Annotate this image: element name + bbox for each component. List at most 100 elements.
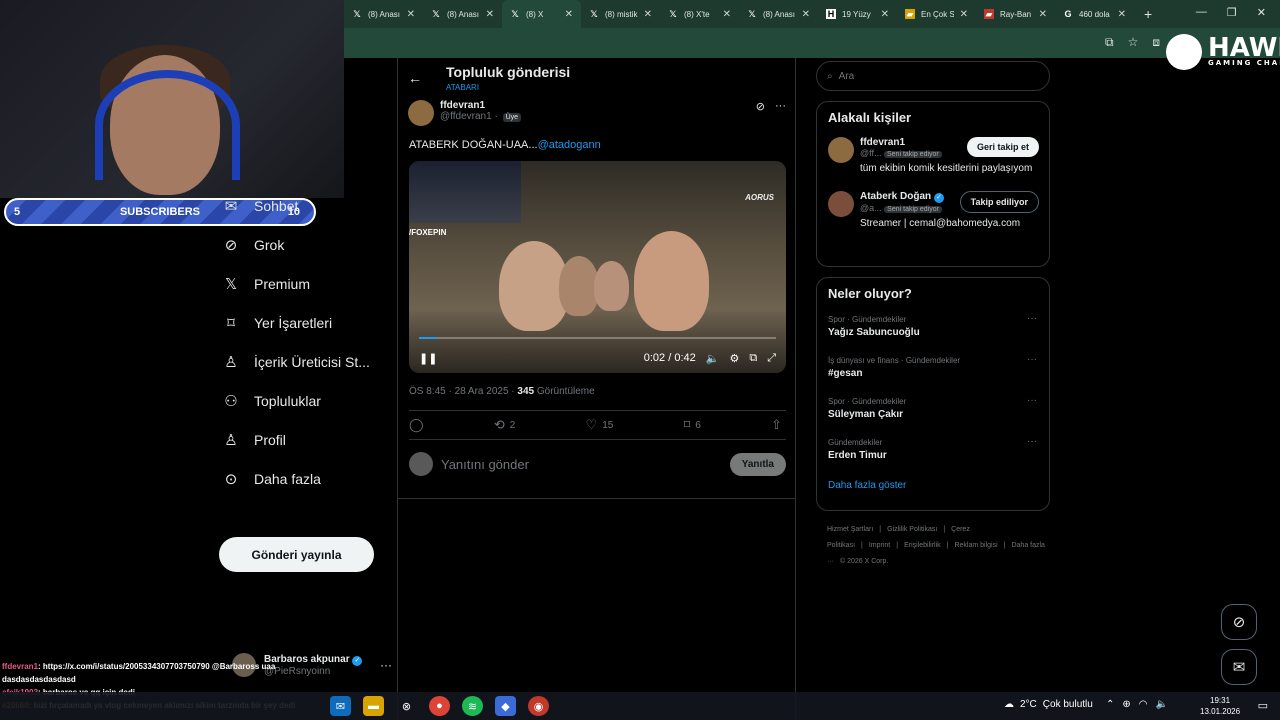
video-progress[interactable] (419, 337, 776, 339)
more-options-icon[interactable]: ··· (1027, 395, 1037, 406)
new-tab-button[interactable]: + (1134, 6, 1162, 22)
reply-composer: Yanıtını gönder Yanıtla (409, 452, 786, 476)
footer-link[interactable]: Imprint (869, 542, 890, 549)
restore-icon[interactable]: ❐ (1227, 6, 1237, 19)
more-options-icon[interactable]: ··· (775, 100, 786, 126)
footer-link[interactable]: © 2026 X Corp. (840, 558, 888, 565)
share-button[interactable]: ⇧ (771, 417, 782, 433)
close-tab-icon[interactable]: ✕ (407, 9, 415, 20)
footer-link[interactable]: Gizlilik Politikası (887, 526, 937, 533)
sidebar-item-5[interactable]: ♙ İçerik Üreticisi St... (220, 342, 390, 381)
sidebar-item-4[interactable]: ⌑ Yer İşaretleri (220, 303, 390, 342)
back-arrow-icon[interactable]: ← (408, 70, 422, 86)
mention-link[interactable]: @atadogann (538, 139, 601, 151)
browser-tab[interactable]: 𝕏 (8) X'te ✕ (660, 0, 739, 28)
browser-tab[interactable]: H 19 Yüzy ✕ (818, 0, 897, 28)
wifi-icon[interactable]: ◠ (1139, 699, 1148, 710)
bookmark-button[interactable]: ⌑ 6 (684, 417, 701, 433)
avatar[interactable] (828, 191, 854, 217)
close-window-icon[interactable]: ✕ (1257, 6, 1266, 19)
outlook-icon[interactable]: ✉ (330, 696, 351, 716)
close-tab-icon[interactable]: ✕ (802, 9, 810, 20)
window-controls: — ❐ ✕ (1182, 0, 1280, 25)
more-options-icon[interactable]: ··· (1027, 354, 1037, 365)
pip-icon[interactable]: ⧉ (749, 352, 757, 365)
clock[interactable]: 19:31 13.01.2026 (1200, 695, 1240, 717)
reply-button[interactable]: ◯ (409, 417, 424, 433)
chrome-icon[interactable]: ● (429, 696, 450, 716)
footer-link[interactable]: Hizmet Şartları (827, 526, 873, 533)
weather-widget[interactable]: ☁ 2°C Çok bulutlu (1004, 699, 1093, 710)
minimize-icon[interactable]: — (1196, 6, 1207, 19)
browser-tab[interactable]: G 460 dola ✕ (1055, 0, 1134, 28)
sidebar-item-8[interactable]: ⊙ Daha fazla (220, 459, 390, 498)
volume-icon[interactable]: 🔈 (1156, 699, 1168, 710)
close-tab-icon[interactable]: ✕ (1118, 9, 1126, 20)
post-button[interactable]: Gönderi yayınla (219, 537, 374, 572)
flag-icon: ▰ (984, 8, 994, 19)
follow-button[interactable]: Takip ediliyor (959, 191, 1039, 213)
trend-item[interactable]: Spor · Gündemdekiler Yağız Sabuncuoğlu ·… (817, 309, 1049, 350)
browser-tab[interactable]: 𝕏 (8) Anası ✕ (423, 0, 502, 28)
close-tab-icon[interactable]: ✕ (1039, 9, 1047, 20)
more-options-icon[interactable]: ··· (1027, 313, 1037, 324)
star-icon[interactable]: ☆ (1128, 35, 1139, 50)
search-input[interactable]: ⌕ Ara (816, 61, 1050, 91)
close-tab-icon[interactable]: ✕ (881, 9, 889, 20)
notification-icon[interactable]: ▭ (1258, 699, 1268, 712)
file-explorer-icon[interactable]: ▬ (363, 696, 384, 716)
browser-tab[interactable]: 𝕏 (8) X ✕ (502, 0, 581, 28)
heart-icon: ♡ (585, 417, 598, 432)
trend-item[interactable]: Spor · Gündemdekiler Süleyman Çakır ··· (817, 391, 1049, 432)
close-tab-icon[interactable]: ✕ (486, 9, 494, 20)
like-button[interactable]: ♡ 15 (586, 417, 614, 433)
trend-item[interactable]: Gündemdekiler Erden Timur ··· (817, 432, 1049, 473)
app-icon[interactable]: ◆ (495, 696, 516, 716)
close-tab-icon[interactable]: ✕ (723, 9, 731, 20)
more-options-icon[interactable]: ··· (1027, 436, 1037, 447)
grok-icon[interactable]: ⊘ (756, 100, 765, 126)
volume-icon[interactable]: 🔈 (706, 352, 720, 365)
footer-link[interactable]: Reklam bilgisi (954, 542, 997, 549)
sidebar-item-1[interactable]: ✉ Sohbet (220, 186, 390, 225)
chevron-up-icon[interactable]: ⌃ (1106, 699, 1114, 710)
reply-submit-button[interactable]: Yanıtla (729, 452, 786, 476)
messages-float-button[interactable]: ✉ (1221, 649, 1257, 685)
trend-item[interactable]: İş dünyası ve finans · Gündemdekiler #ge… (817, 350, 1049, 391)
sidebar-item-2[interactable]: ⊘ Grok (220, 225, 390, 264)
close-tab-icon[interactable]: ✕ (960, 9, 968, 20)
browser-tab[interactable]: ▰ Ray-Ban ✕ (976, 0, 1055, 28)
browser-tab[interactable]: 𝕏 (8) Anası ✕ (739, 0, 818, 28)
footer-link[interactable]: Erişilebilirlik (904, 542, 941, 549)
xbox-icon[interactable]: ⊗ (396, 696, 417, 716)
sidebar-item-label: Topluluklar (254, 392, 321, 409)
browser-tab[interactable]: 𝕏 (8) mistik ✕ (581, 0, 660, 28)
avatar[interactable] (408, 100, 434, 126)
more-icon[interactable]: ··· (380, 658, 392, 672)
fullscreen-icon[interactable]: ⤢ (767, 352, 776, 365)
avatar[interactable] (828, 137, 854, 163)
obs-icon[interactable]: ◉ (528, 696, 549, 716)
hawk-emblem-icon (1166, 34, 1202, 70)
network-icon[interactable]: ⊕ (1122, 699, 1130, 710)
show-more-link[interactable]: Daha fazla göster (817, 473, 1049, 501)
spotify-icon[interactable]: ≋ (462, 696, 483, 716)
grok-float-button[interactable]: ⊘ (1221, 604, 1257, 640)
browser-tab[interactable]: ▰ En Çok S ✕ (897, 0, 976, 28)
sidebar-item-7[interactable]: ♙ Profil (220, 420, 390, 459)
settings-icon[interactable]: ⚙ (729, 352, 739, 365)
sidebar-item-6[interactable]: ⚇ Topluluklar (220, 381, 390, 420)
close-tab-icon[interactable]: ✕ (565, 9, 573, 20)
reply-input[interactable]: Yanıtını gönder (441, 457, 529, 472)
extensions-icon[interactable]: ⧈ (1152, 35, 1160, 50)
webcam-feed (0, 0, 344, 198)
close-tab-icon[interactable]: ✕ (644, 9, 652, 20)
install-icon[interactable]: ⧉ (1105, 35, 1114, 50)
repost-button[interactable]: ⟲ 2 (494, 417, 515, 433)
community-name[interactable]: ATABARI (446, 83, 479, 92)
sidebar-item-3[interactable]: 𝕏 Premium (220, 264, 390, 303)
browser-tab[interactable]: 𝕏 (8) Anası ✕ (344, 0, 423, 28)
pause-icon[interactable]: ❚❚ (419, 352, 437, 365)
video-player[interactable]: AORUS /FOXEPIN ❚❚ 0:02 / 0:42 🔈 ⚙ ⧉ ⤢ (409, 161, 786, 373)
follow-button[interactable]: Geri takip et (966, 137, 1039, 157)
